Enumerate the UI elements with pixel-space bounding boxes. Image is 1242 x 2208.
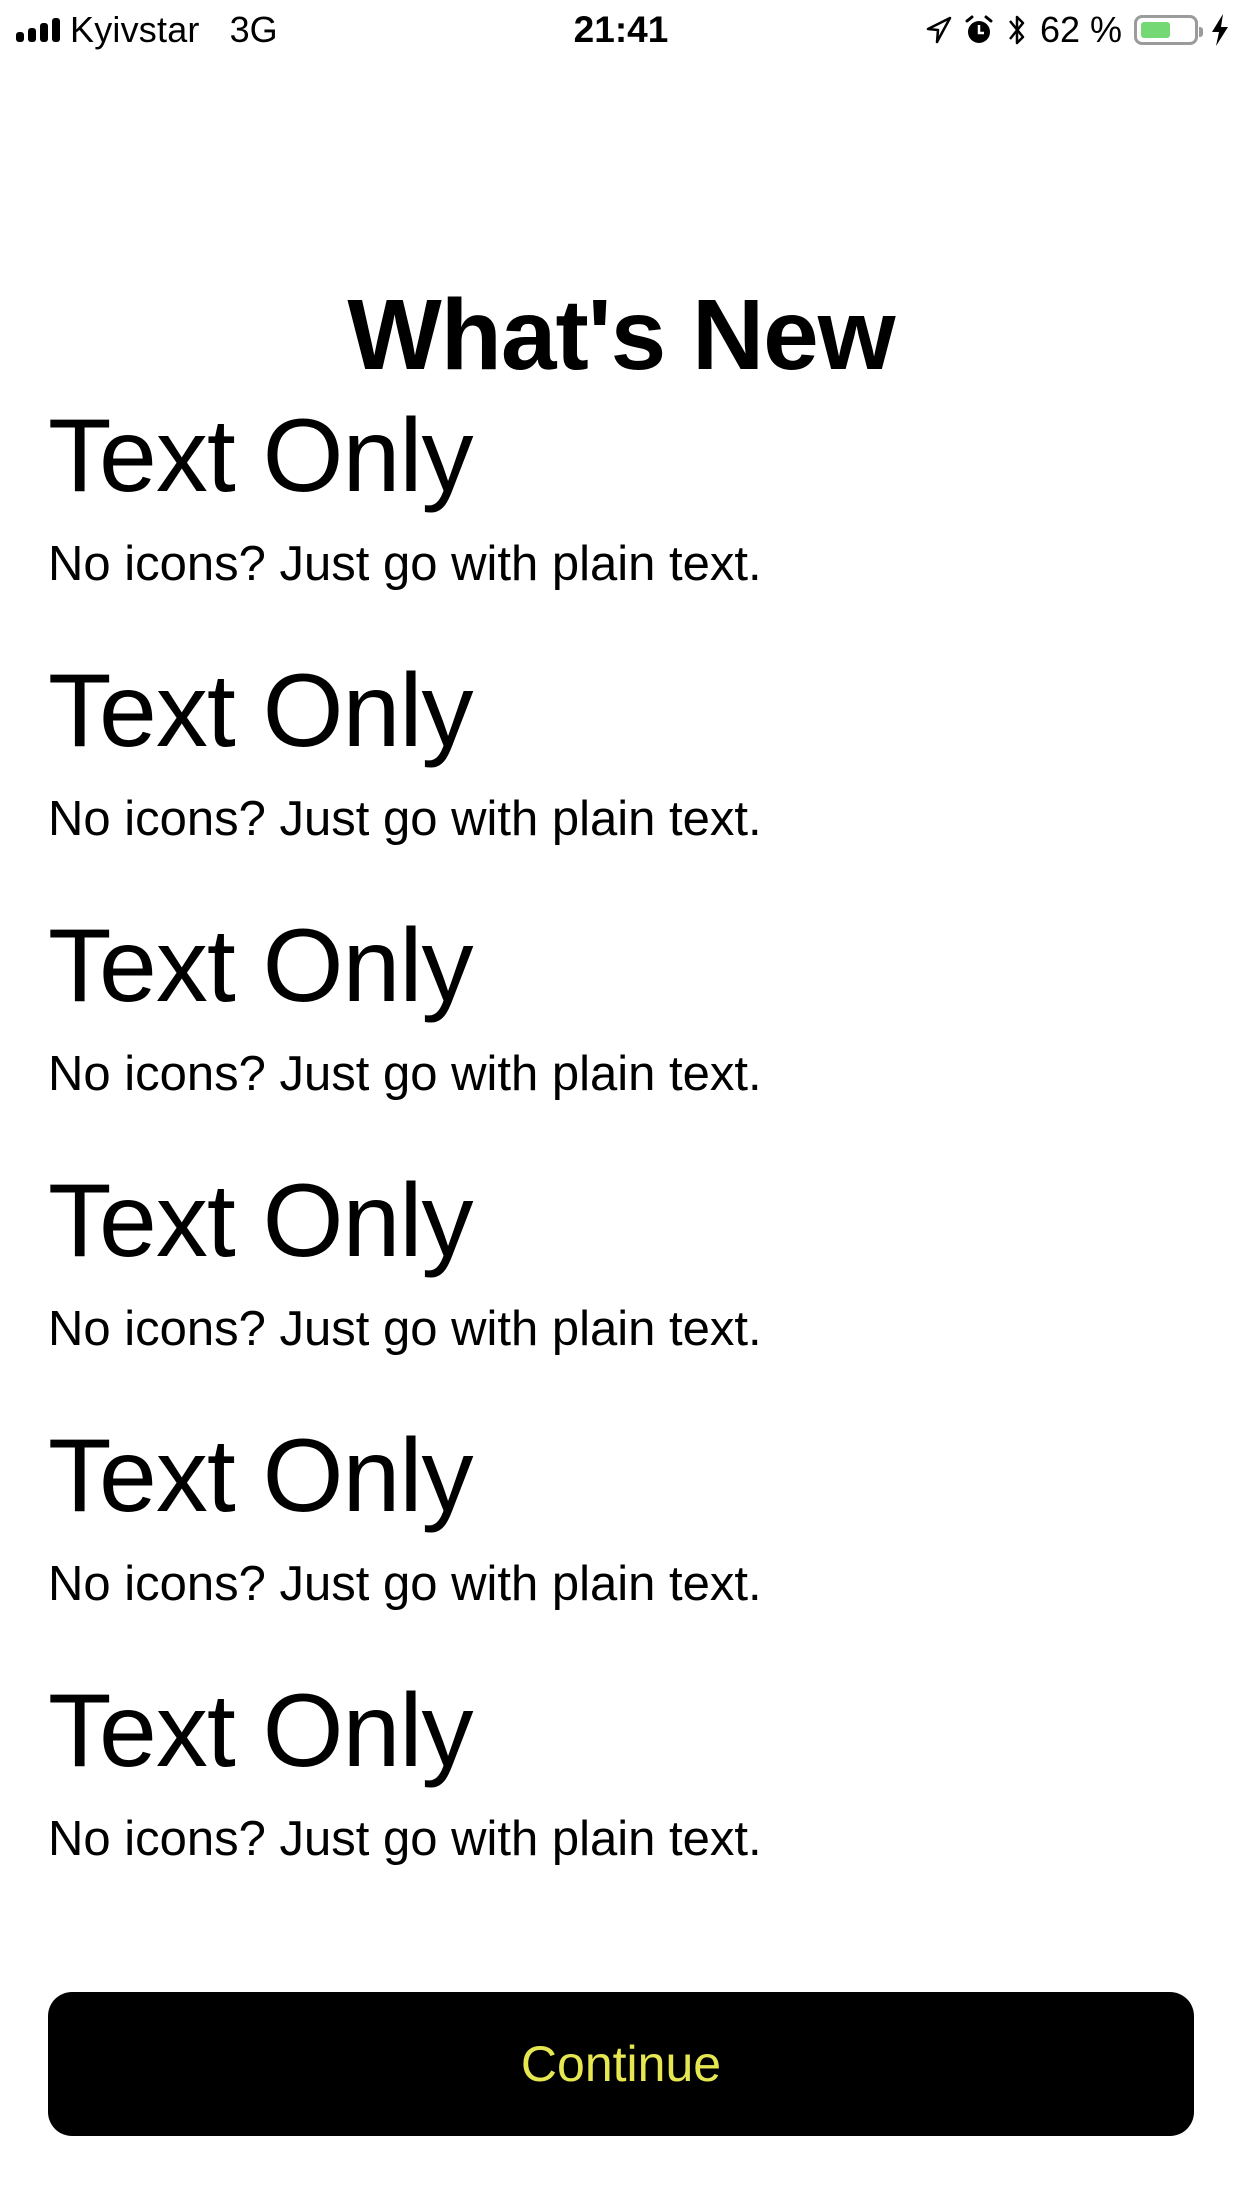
status-bar-right: 62 % (926, 9, 1230, 50)
feature-description: No icons? Just go with plain text. (48, 792, 762, 846)
feature-item: Text Only No icons? Just go with plain te… (48, 396, 1194, 651)
feature-description: No icons? Just go with plain text. (48, 1047, 762, 1101)
location-arrow-icon (926, 15, 952, 45)
status-bar: Kyivstar 3G 21:41 62 % (0, 0, 1242, 60)
feature-title: Text Only (48, 398, 473, 514)
feature-item: Text Only No icons? Just go with plain te… (48, 906, 1194, 1161)
feature-title: Text Only (48, 1673, 473, 1789)
continue-button-label: Continue (520, 2036, 722, 2092)
feature-list: Text Only No icons? Just go with plain te… (48, 396, 1194, 1926)
feature-title: Text Only (48, 1163, 473, 1279)
battery-nub (1199, 27, 1203, 37)
battery-level-fill (1141, 22, 1170, 38)
feature-description: No icons? Just go with plain text. (48, 1812, 762, 1866)
page-title: What's New (347, 279, 895, 391)
battery-icon (1134, 15, 1203, 45)
feature-description: No icons? Just go with plain text. (48, 537, 762, 591)
feature-title: Text Only (48, 1418, 473, 1534)
feature-description: No icons? Just go with plain text. (48, 1302, 762, 1356)
bluetooth-icon (1006, 12, 1028, 48)
feature-item: Text Only No icons? Just go with plain te… (48, 1671, 1194, 1926)
feature-title: Text Only (48, 908, 473, 1024)
battery-percent: 62 % (1039, 9, 1122, 50)
continue-button[interactable]: Continue (48, 1992, 1194, 2136)
feature-title: Text Only (48, 653, 473, 769)
feature-description: No icons? Just go with plain text. (48, 1557, 762, 1611)
alarm-icon (964, 14, 994, 46)
charging-bolt-icon (1210, 13, 1230, 47)
feature-item: Text Only No icons? Just go with plain te… (48, 651, 1194, 906)
feature-item: Text Only No icons? Just go with plain te… (48, 1161, 1194, 1416)
feature-item: Text Only No icons? Just go with plain te… (48, 1416, 1194, 1671)
